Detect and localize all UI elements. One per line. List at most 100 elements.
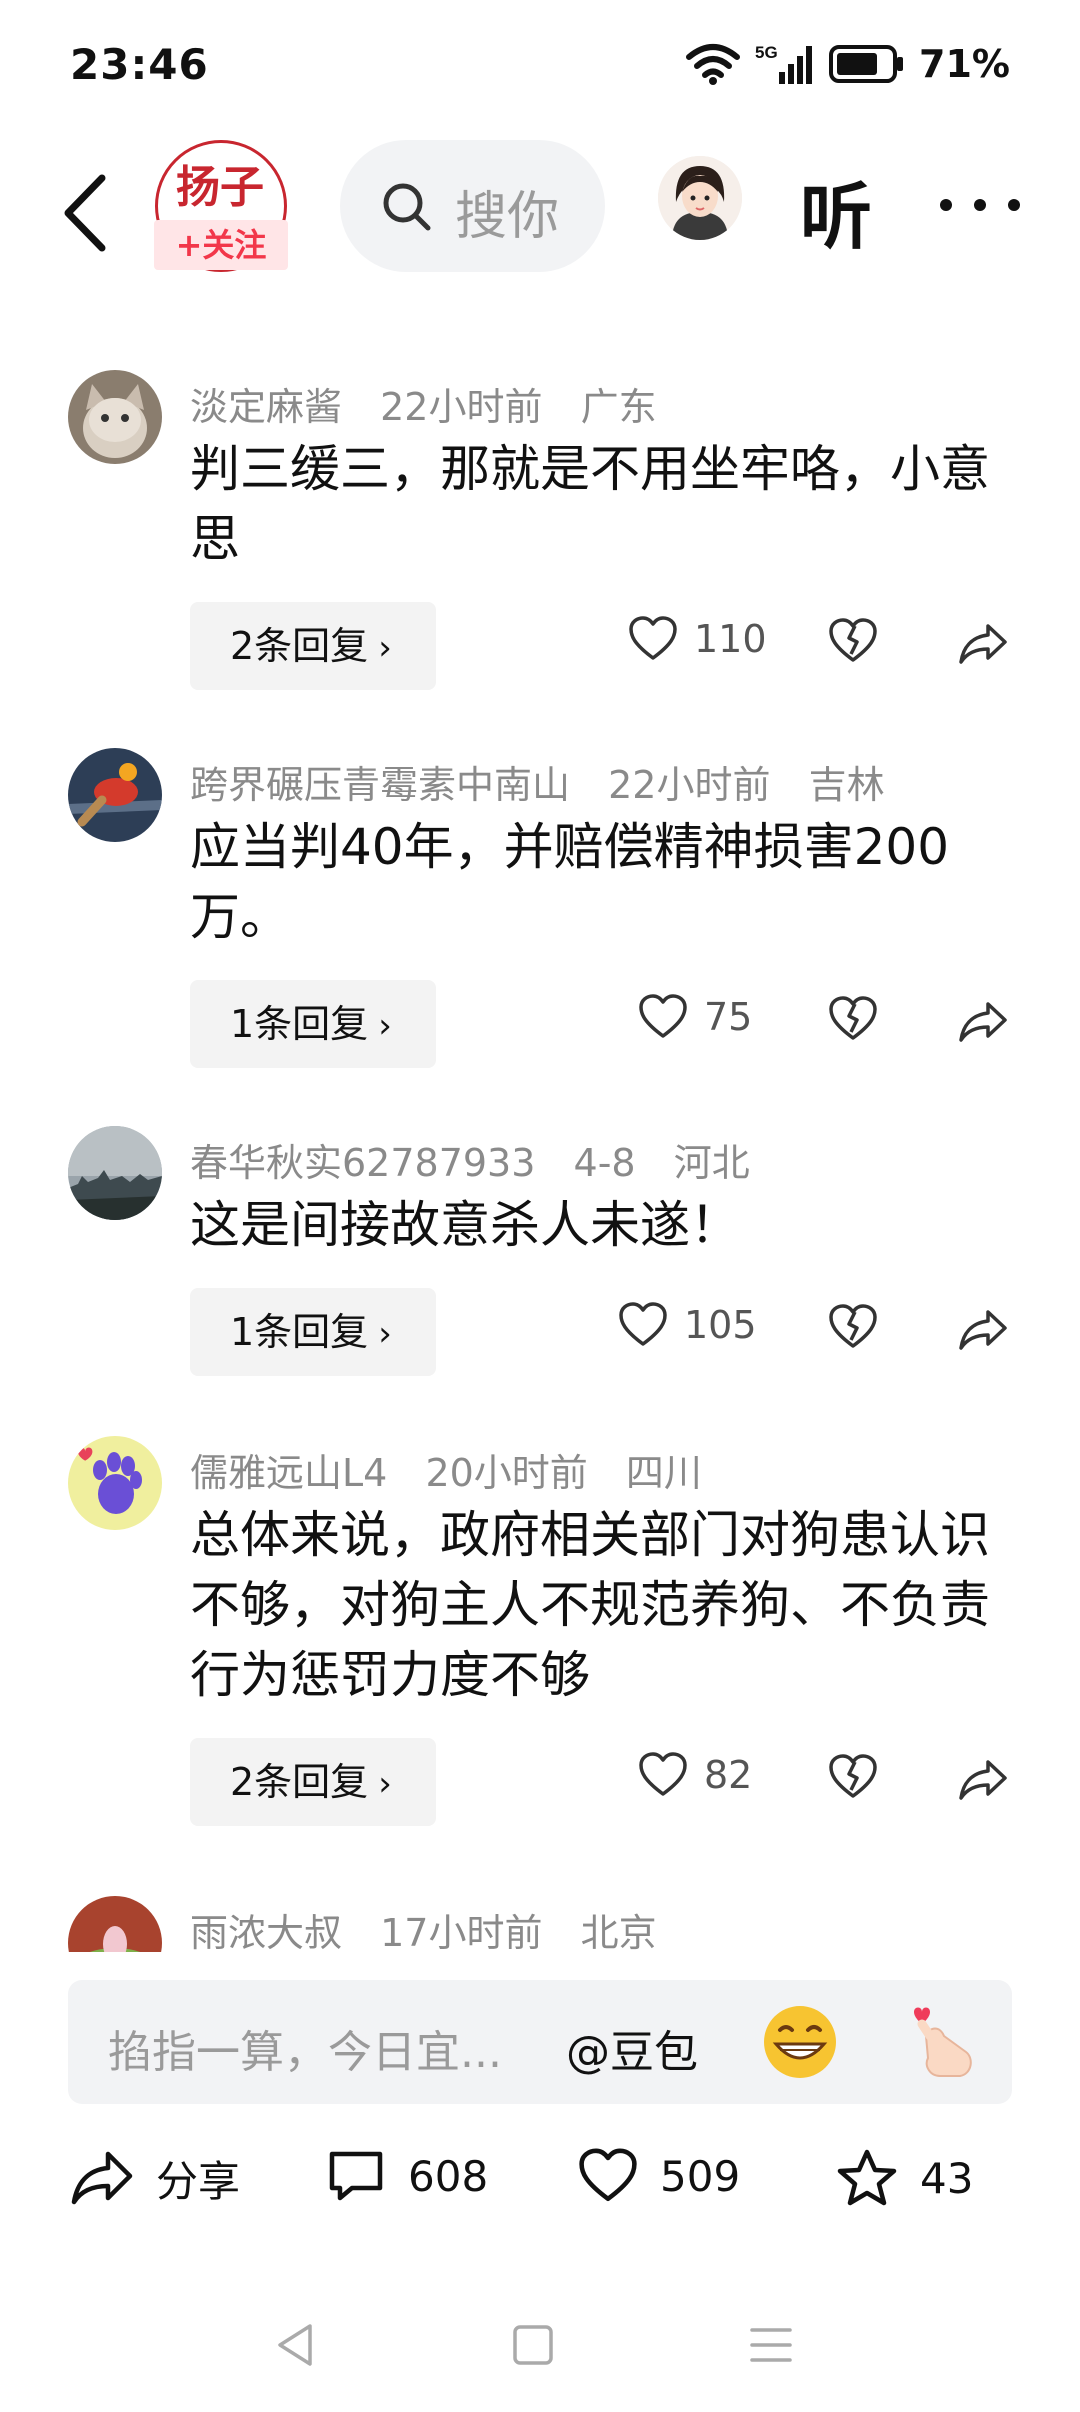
bottom-toolbar: 分享 608 509 43 xyxy=(0,2130,1080,2240)
comment-meta: 淡定麻酱 22小时前 广东 xyxy=(190,376,683,431)
nav-home-icon[interactable] xyxy=(510,2320,556,2370)
comment-text: 应当判40年，并赔偿精神损害200万。 xyxy=(190,818,950,946)
nav-back-icon[interactable] xyxy=(272,2320,318,2370)
view-replies-button[interactable]: 1条回复 › xyxy=(190,980,436,1068)
chevron-right-icon: › xyxy=(378,1314,392,1354)
comment-text: 总体来说，政府相关部门对狗患认识不够，对狗主人不规范养狗、不负责行为惩罚力度不够 xyxy=(190,1506,990,1704)
favorite-button[interactable]: 43 xyxy=(836,2148,973,2208)
comment-time: 20小时前 xyxy=(425,1451,588,1495)
share-arrow-icon[interactable] xyxy=(958,1000,1008,1044)
share-arrow-icon[interactable] xyxy=(958,1308,1008,1352)
comment-actions: 1条回复 › 75 xyxy=(0,980,1080,1068)
replies-label: 1条回复 xyxy=(230,1310,369,1354)
user-avatar[interactable] xyxy=(658,156,742,240)
broken-heart-icon[interactable] xyxy=(828,1304,878,1350)
cityscape-avatar-image xyxy=(68,1126,162,1220)
commenter-name[interactable]: 淡定麻酱 xyxy=(190,385,342,429)
comment-actions: 2条回复 › 110 xyxy=(0,602,1080,690)
commenter-name[interactable]: 跨界碾压青霉素中南山 xyxy=(190,763,570,807)
share-arrow-icon[interactable] xyxy=(958,1758,1008,1802)
grin-emoji-icon[interactable] xyxy=(760,2002,840,2082)
heart-icon xyxy=(619,1302,667,1346)
status-time: 23:46 xyxy=(70,40,209,89)
comment-location: 吉林 xyxy=(808,763,885,807)
comment-time: 22小时前 xyxy=(380,385,543,429)
commenter-avatar[interactable] xyxy=(68,1126,162,1220)
share-label: 分享 xyxy=(156,2157,241,2206)
star-icon xyxy=(837,2149,897,2206)
back-button[interactable] xyxy=(52,168,122,258)
chevron-right-icon: › xyxy=(378,1764,392,1804)
pingpong-avatar-image xyxy=(68,748,162,842)
comment-meta: 春华秋实62787933 4-8 河北 xyxy=(190,1132,776,1187)
like-button[interactable]: 82 xyxy=(638,1752,752,1798)
commenter-avatar[interactable] xyxy=(68,370,162,464)
heart-icon xyxy=(639,1752,687,1796)
comment-location: 广东 xyxy=(580,385,657,429)
follow-button[interactable]: +关注 xyxy=(154,220,288,270)
share-button[interactable]: 分享 xyxy=(70,2148,240,2209)
comment-text: 这是间接故意杀人未遂！ xyxy=(190,1196,740,1254)
comment-location: 河北 xyxy=(673,1141,750,1185)
comment-input[interactable]: 掐指一算，今日宜... @豆包 xyxy=(68,1980,1012,2104)
comments-button[interactable]: 608 xyxy=(326,2148,488,2204)
comment-bubble-icon xyxy=(329,2151,383,2201)
more-button[interactable] xyxy=(940,190,1020,220)
top-nav: 扬子 +关注 搜你 听 xyxy=(0,140,1080,290)
like-button[interactable]: 105 xyxy=(618,1302,757,1348)
cat-avatar-image xyxy=(68,370,162,464)
comment-actions: 1条回复 › 105 xyxy=(0,1288,1080,1376)
share-arrow-icon xyxy=(71,2151,133,2204)
like-article-button[interactable]: 509 xyxy=(578,2148,740,2204)
more-dot xyxy=(1008,199,1020,211)
like-button[interactable]: 110 xyxy=(628,616,767,662)
comments-count: 608 xyxy=(408,2151,489,2201)
battery-percent: 71% xyxy=(919,42,1010,86)
share-arrow-icon[interactable] xyxy=(958,622,1008,666)
svg-text:5G: 5G xyxy=(755,43,778,62)
view-replies-button[interactable]: 2条回复 › xyxy=(190,602,436,690)
like-button[interactable]: 75 xyxy=(638,994,752,1040)
comment-text: 判三缓三，那就是不用坐牢咯，小意思 xyxy=(190,440,990,568)
comment-input-placeholder: 掐指一算，今日宜... xyxy=(108,2027,502,2078)
view-replies-button[interactable]: 1条回复 › xyxy=(190,1288,436,1376)
signal-5g-icon: 5G xyxy=(755,43,813,84)
comment-time: 22小时前 xyxy=(608,763,771,807)
system-nav-bar xyxy=(0,2300,1080,2412)
comment-time: 4-8 xyxy=(573,1141,636,1185)
commenter-avatar[interactable] xyxy=(68,748,162,842)
like-count: 75 xyxy=(704,995,753,1039)
comment-meta: 儒雅远山L4 20小时前 四川 xyxy=(190,1442,728,1497)
favorites-count: 43 xyxy=(920,2153,974,2203)
like-count: 110 xyxy=(694,617,767,661)
listen-button[interactable]: 听 xyxy=(800,158,872,263)
comment-item: 雨浓大叔 17小时前 北京 xyxy=(0,1896,1080,1952)
view-replies-button[interactable]: 2条回复 › xyxy=(190,1738,436,1826)
lotus-avatar-image xyxy=(68,1896,162,1952)
status-bar: 23:46 5G 71% xyxy=(0,0,1080,140)
comment-location: 四川 xyxy=(625,1451,702,1495)
commenter-avatar[interactable] xyxy=(68,1436,162,1530)
commenter-name[interactable]: 雨浓大叔 xyxy=(190,1911,342,1952)
nav-menu-icon[interactable] xyxy=(746,2320,796,2370)
search-placeholder: 搜你 xyxy=(455,187,560,247)
replies-label: 2条回复 xyxy=(230,1760,369,1804)
status-icons: 5G 71% xyxy=(685,42,1010,86)
like-count: 82 xyxy=(704,1753,753,1797)
broken-heart-icon[interactable] xyxy=(828,618,878,664)
more-dot xyxy=(974,199,986,211)
finger-heart-emoji-icon[interactable] xyxy=(900,1996,990,2086)
broken-heart-icon[interactable] xyxy=(828,996,878,1042)
commenter-name[interactable]: 春华秋实62787933 xyxy=(190,1141,535,1185)
mention-doubao-button[interactable]: @豆包 xyxy=(566,2016,698,2080)
search-input[interactable]: 搜你 xyxy=(340,140,605,272)
broken-heart-icon[interactable] xyxy=(828,1754,878,1800)
commenter-avatar[interactable] xyxy=(68,1896,162,1952)
commenter-name[interactable]: 儒雅远山L4 xyxy=(190,1451,387,1495)
heart-icon xyxy=(579,2148,637,2202)
account-logo-text: 扬子 xyxy=(176,162,264,213)
comment-time: 17小时前 xyxy=(380,1911,543,1952)
avatar-portrait-icon xyxy=(658,156,742,240)
more-dot xyxy=(940,199,952,211)
comment-meta: 雨浓大叔 17小时前 北京 xyxy=(190,1902,683,1952)
